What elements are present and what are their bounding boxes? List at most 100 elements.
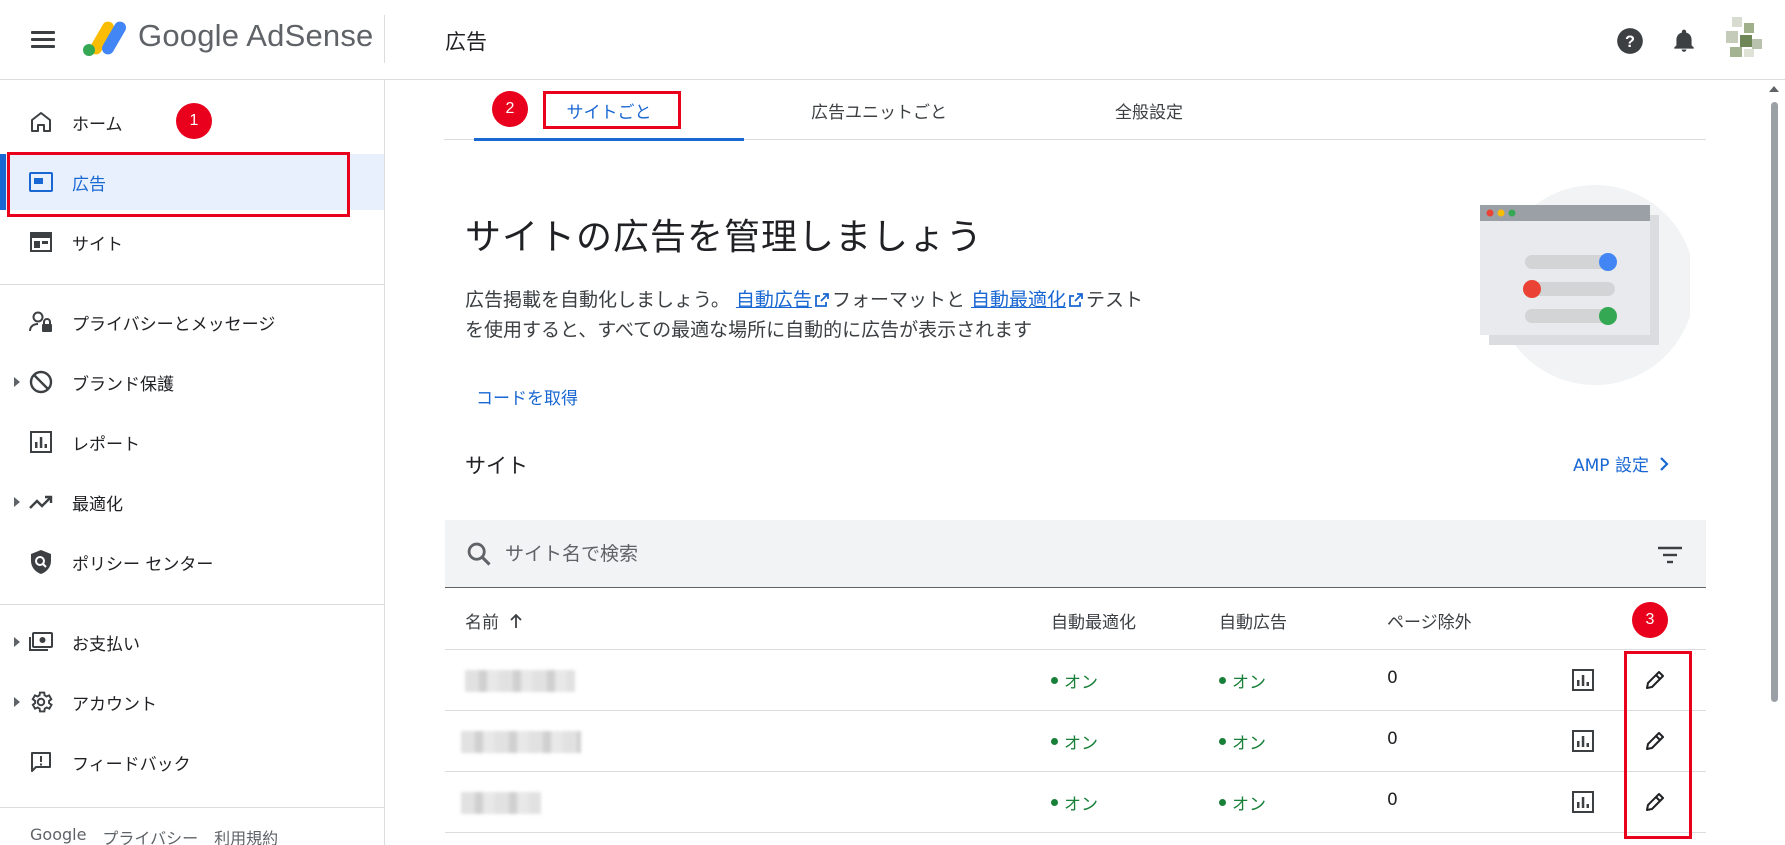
auto-ads-status: オン — [1219, 668, 1266, 693]
sidebar-item-policy-center[interactable]: ポリシー センター — [0, 534, 384, 590]
status-label: オン — [1232, 795, 1266, 815]
annotation-marker-1: 1 — [176, 103, 212, 139]
footer-privacy-link[interactable]: プライバシー — [102, 825, 198, 845]
notifications-bell-icon[interactable] — [1668, 25, 1700, 57]
hero-desc-text: を使用すると、すべての最適な場所に自動的に広告が表示されます — [465, 319, 1033, 341]
get-code-button[interactable]: コードを取得 — [466, 380, 588, 410]
annotation-box-tab — [543, 91, 681, 129]
status-dot-icon — [1051, 677, 1058, 684]
sites-heading: サイト — [465, 454, 528, 478]
chevron-right-icon — [1660, 456, 1669, 471]
block-icon — [28, 369, 54, 395]
status-label: オン — [1064, 795, 1098, 815]
sidebar-item-payments[interactable]: お支払い — [0, 614, 384, 670]
column-header-page-exclusions: ページ除外 — [1387, 613, 1472, 633]
table-row[interactable]: オン オン 0 — [445, 772, 1706, 833]
report-icon — [28, 429, 54, 455]
status-dot-icon — [1051, 738, 1058, 745]
feedback-icon — [28, 749, 54, 775]
sidebar-item-label: レポート — [72, 434, 140, 455]
sidebar-divider — [0, 284, 384, 285]
page-exclusions-count: 0 — [1387, 790, 1398, 810]
sidebar-item-label: ブランド保護 — [72, 374, 174, 395]
svg-text:?: ? — [1625, 33, 1635, 51]
auto-ads-status: オン — [1219, 729, 1266, 754]
sidebar-item-label: ホーム — [72, 114, 123, 135]
sidebar-item-label: プライバシーとメッセージ — [72, 314, 276, 335]
page-scrollbar[interactable] — [1768, 82, 1780, 845]
trending-icon — [28, 489, 54, 515]
payments-icon — [28, 629, 54, 655]
page-exclusions-count: 0 — [1387, 668, 1398, 688]
hero-desc-text: 広告掲載を自動化しましょう。 — [465, 289, 730, 311]
table-row[interactable]: オン オン 0 — [445, 650, 1706, 711]
sidebar-footer: Google プライバシー 利用規約 — [30, 825, 278, 845]
avatar[interactable] — [1722, 17, 1764, 59]
sidebar-item-brand-safety[interactable]: ブランド保護 — [0, 354, 384, 410]
hero-desc-text: テスト — [1086, 289, 1144, 311]
status-label: オン — [1064, 673, 1098, 693]
page-exclusions-count: 0 — [1387, 729, 1398, 749]
table-header: 名前 自動最適化 自動広告 ページ除外 — [445, 590, 1706, 650]
status-dot-icon — [1219, 799, 1226, 806]
report-chart-icon[interactable] — [1568, 726, 1598, 756]
sidebar-item-privacy[interactable]: プライバシーとメッセージ — [0, 294, 384, 350]
tab-by-ad-unit[interactable]: 広告ユニットごと — [744, 80, 1014, 140]
sidebar-item-reports[interactable]: レポート — [0, 414, 384, 470]
column-header-auto-optimize: 自動最適化 — [1051, 613, 1136, 633]
hero-title: サイトの広告を管理しましょう — [465, 217, 984, 258]
external-link-icon — [1069, 293, 1083, 307]
expand-caret-icon — [14, 637, 20, 647]
sidebar-item-label: 最適化 — [72, 494, 123, 515]
status-dot-icon — [1219, 677, 1226, 684]
sidebar-item-optimization[interactable]: 最適化 — [0, 474, 384, 530]
report-chart-icon[interactable] — [1568, 665, 1598, 695]
site-name-redacted — [461, 731, 581, 753]
scroll-up-arrow-icon[interactable] — [1768, 84, 1780, 94]
auto-optimize-status: オン — [1051, 668, 1098, 693]
column-header-label: 名前 — [465, 613, 499, 633]
privacy-icon — [28, 309, 54, 335]
report-chart-icon[interactable] — [1568, 787, 1598, 817]
sidebar-item-feedback[interactable]: フィードバック — [0, 734, 384, 790]
expand-caret-icon — [14, 377, 20, 387]
site-search-bar — [445, 520, 1706, 588]
status-label: オン — [1232, 734, 1266, 754]
footer-google-link[interactable]: Google — [30, 825, 86, 845]
sidebar-item-account[interactable]: アカウント — [0, 674, 384, 730]
auto-optimize-status: オン — [1051, 790, 1098, 815]
amp-settings-label: AMP 設定 — [1573, 456, 1649, 476]
sort-arrow-up-icon — [510, 613, 522, 628]
page-title: 広告 — [445, 30, 487, 54]
sidebar-item-label: フィードバック — [72, 754, 191, 775]
annotation-marker-3: 3 — [1632, 602, 1668, 638]
policy-shield-icon — [28, 549, 54, 575]
tab-global-settings[interactable]: 全般設定 — [1014, 80, 1284, 140]
adsense-logo-icon — [83, 21, 126, 56]
external-link-icon — [815, 293, 829, 307]
scrollbar-thumb[interactable] — [1771, 102, 1778, 702]
status-dot-icon — [1219, 738, 1226, 745]
menu-icon[interactable] — [29, 29, 57, 51]
auto-ads-link[interactable]: 自動広告 — [736, 289, 812, 311]
annotation-box-ads — [7, 152, 350, 217]
footer-terms-link[interactable]: 利用規約 — [214, 825, 278, 845]
expand-caret-icon — [14, 497, 20, 507]
sidebar-item-label: お支払い — [72, 634, 140, 655]
filter-icon[interactable] — [1655, 540, 1685, 570]
sites-icon — [28, 229, 54, 255]
sidebar-divider — [0, 807, 384, 808]
help-icon[interactable]: ? — [1614, 25, 1646, 57]
auto-optimize-link[interactable]: 自動最適化 — [971, 289, 1066, 311]
gear-icon — [28, 689, 54, 715]
site-name-redacted — [465, 670, 575, 692]
site-search-input[interactable] — [505, 538, 1605, 570]
table-row[interactable]: オン オン 0 — [445, 711, 1706, 772]
column-header-auto-ads: 自動広告 — [1219, 613, 1287, 633]
column-header-name[interactable]: 名前 — [465, 608, 523, 633]
header-divider — [384, 15, 385, 63]
amp-settings-link[interactable]: AMP 設定 — [1573, 451, 1671, 476]
sidebar-item-sites[interactable]: サイト — [0, 214, 384, 270]
sidebar-item-label: サイト — [72, 234, 123, 255]
sidebar-item-label: アカウント — [72, 694, 157, 715]
